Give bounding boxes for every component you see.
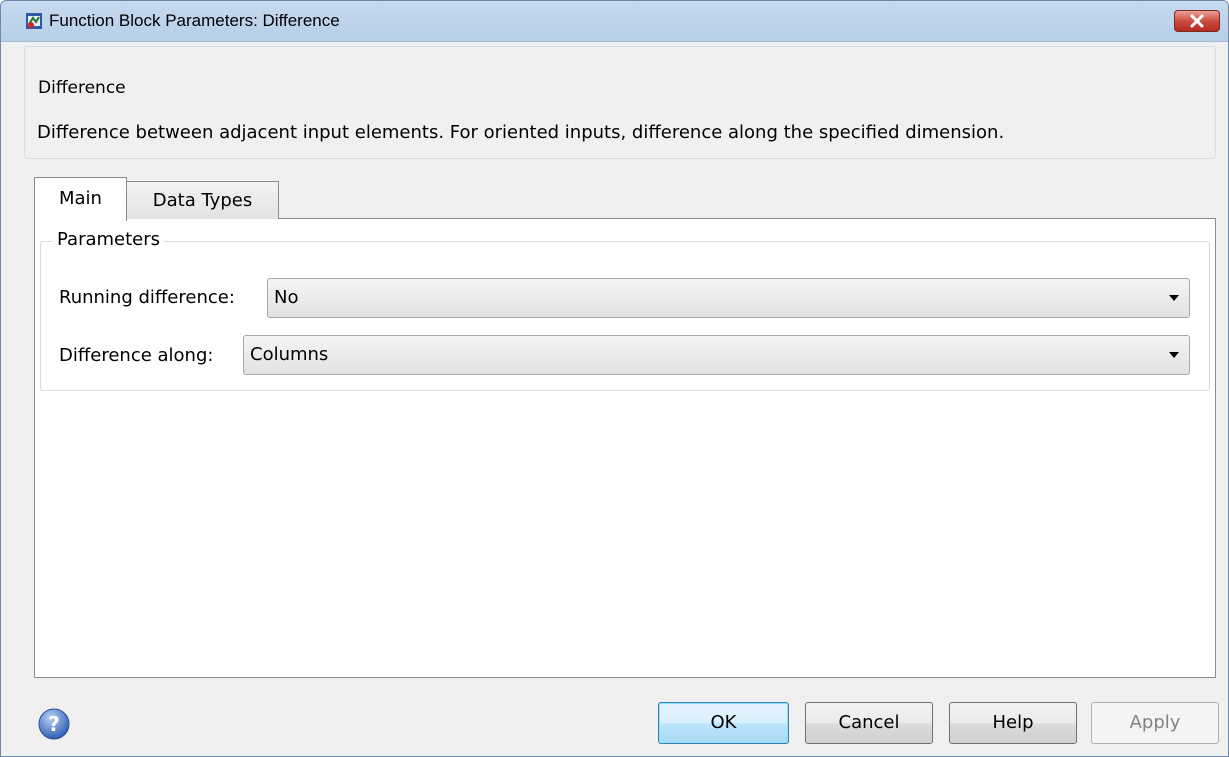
close-icon (1190, 14, 1204, 28)
difference-along-select[interactable]: Columns (243, 335, 1190, 375)
simulink-block-icon (26, 13, 42, 29)
window-title: Function Block Parameters: Difference (49, 11, 340, 30)
close-button[interactable] (1174, 10, 1220, 32)
running-difference-select[interactable]: No (267, 278, 1190, 318)
chevron-down-icon (1169, 352, 1179, 358)
description-group-title: Difference (34, 78, 130, 98)
running-difference-label: Running difference: (59, 287, 235, 308)
block-description: Difference between adjacent input elemen… (37, 122, 1005, 143)
cancel-button[interactable]: Cancel (805, 702, 933, 744)
dialog-window: Function Block Parameters: Difference Di… (0, 0, 1229, 757)
svg-text:?: ? (48, 712, 60, 736)
running-difference-value: No (274, 287, 299, 308)
tab-data-types[interactable]: Data Types (126, 181, 279, 219)
ok-button[interactable]: OK (658, 702, 789, 744)
difference-along-value: Columns (250, 344, 329, 365)
apply-button[interactable]: Apply (1091, 702, 1219, 744)
chevron-down-icon (1169, 295, 1179, 301)
parameters-group-title: Parameters (53, 229, 165, 250)
tab-main[interactable]: Main (34, 177, 127, 221)
help-icon[interactable]: ? (38, 708, 70, 740)
title-bar[interactable]: Function Block Parameters: Difference (1, 1, 1228, 42)
difference-along-label: Difference along: (59, 345, 214, 366)
help-button[interactable]: Help (949, 702, 1077, 744)
